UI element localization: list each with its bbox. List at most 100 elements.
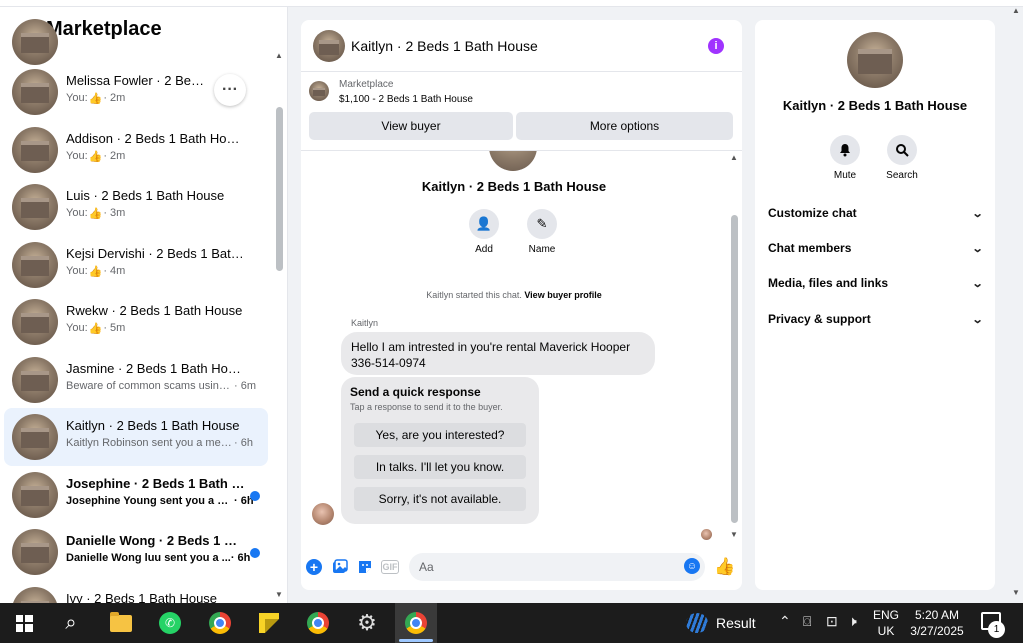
conversation-preview: Danielle Wong luu sent you a ... · 6h — [66, 552, 251, 564]
mute-button[interactable]: Mute — [815, 135, 875, 181]
language-indicator[interactable]: ENG UK — [873, 607, 899, 639]
scrollbar-thumb[interactable] — [731, 215, 738, 523]
sidebar-scrollbar[interactable]: ▲ ▼ — [274, 51, 284, 599]
search-icon[interactable]: ⌕ — [56, 608, 86, 638]
conversation-item[interactable]: Ivy · 2 Beds 1 Bath House — [4, 581, 268, 603]
conversation-name: Rwekw · 2 Beds 1 Bath House — [66, 303, 243, 318]
conversation-name: Luis · 2 Beds 1 Bath House — [66, 188, 225, 203]
chat-scrollbar[interactable]: ▲ ▼ — [729, 153, 739, 539]
clock[interactable]: 5:20 AM 3/27/2025 — [906, 607, 968, 639]
start-button[interactable] — [9, 608, 39, 638]
chat-started-notice: Kaitlyn started this chat. View buyer pr… — [426, 290, 602, 300]
file-explorer-icon[interactable] — [106, 608, 136, 638]
network-icon[interactable]: ⊡ — [826, 613, 838, 630]
conversation-preview: You: 👍 · 5m — [66, 322, 126, 335]
scroll-down-icon[interactable]: ▼ — [275, 590, 283, 599]
quick-response-button[interactable]: Sorry, it's not available. — [354, 487, 526, 511]
avatar — [847, 32, 903, 88]
chrome-profile-icon-active[interactable] — [395, 603, 437, 643]
conversation-name: Jasmine · 2 Beds 1 Bath House — [66, 360, 246, 376]
more-options-button[interactable]: More options — [516, 112, 733, 140]
marketplace-label: Marketplace — [339, 79, 394, 90]
conversation-item[interactable]: Luis · 2 Beds 1 Bath House You: 👍 · 3m — [4, 178, 268, 236]
cricket-result-widget[interactable]: Result — [686, 613, 756, 633]
search-icon — [887, 135, 917, 165]
search-button[interactable]: Search — [872, 135, 932, 181]
privacy-support-section[interactable]: Privacy & support ⌄ — [768, 312, 984, 326]
page-scroll-down-icon[interactable]: ▼ — [1012, 588, 1020, 597]
chrome-icon[interactable] — [303, 608, 333, 638]
conversation-item[interactable]: Danielle Wong · 2 Beds 1 Bath House Dani… — [4, 523, 268, 581]
avatar — [12, 241, 58, 288]
quick-response-button[interactable]: In talks. I'll let you know. — [354, 455, 526, 479]
quick-response-title: Send a quick response — [350, 385, 481, 399]
conversation-item[interactable]: Kejsi Dervishi · 2 Beds 1 Bath House You… — [4, 236, 268, 294]
media-files-links-section[interactable]: Media, files and links ⌄ — [768, 276, 983, 290]
info-icon[interactable]: i — [708, 38, 724, 54]
customize-chat-section[interactable]: Customize chat ⌄ — [768, 206, 983, 220]
conversation-preview: Kaitlyn Robinson sent you a messa... · 6… — [66, 437, 253, 449]
emoji-icon[interactable]: ☺ — [684, 558, 700, 574]
conversation-info-panel: Kaitlyn · 2 Beds 1 Bath House Mute Searc… — [755, 20, 995, 590]
chat-title[interactable]: Kaitlyn · 2 Beds 1 Bath House — [351, 38, 538, 54]
chat-panel: Kaitlyn · 2 Beds 1 Bath House i Marketpl… — [301, 20, 742, 590]
listing-title: $1,100 - 2 Beds 1 Bath House — [339, 94, 473, 105]
scrollbar-thumb[interactable] — [276, 107, 283, 271]
notification-count-badge: 1 — [988, 621, 1005, 638]
chrome-icon[interactable] — [205, 608, 235, 638]
avatar[interactable] — [313, 30, 345, 62]
chevron-up-icon[interactable]: ⌃ — [779, 613, 791, 630]
name-button[interactable]: ✎ Name — [512, 209, 572, 255]
thumbs-up-icon: 👍 — [88, 265, 103, 278]
conversation-item[interactable]: Melissa Fowler · 2 Beds 1 Bath House You… — [4, 63, 268, 121]
message-input[interactable]: Aa — [409, 553, 705, 581]
sticker-icon[interactable] — [355, 557, 375, 577]
whatsapp-icon[interactable]: ✆ — [155, 608, 185, 638]
view-buyer-profile-link[interactable]: View buyer profile — [524, 290, 601, 300]
scroll-up-icon[interactable]: ▲ — [730, 153, 738, 162]
thumbs-up-icon[interactable]: 👍 — [714, 557, 735, 577]
sticky-notes-icon[interactable] — [254, 608, 284, 638]
avatar — [12, 19, 58, 65]
chat-header: Kaitlyn · 2 Beds 1 Bath House i — [301, 20, 742, 72]
windows-logo-icon — [15, 614, 33, 632]
conversation-item[interactable]: Jasmine · 2 Beds 1 Bath House Beware of … — [4, 351, 268, 409]
conversation-item[interactable]: Rwekw · 2 Beds 1 Bath House You: 👍 · 5m — [4, 293, 268, 351]
more-options-button[interactable]: ··· — [214, 74, 246, 106]
search-label: Search — [886, 170, 918, 181]
chat-members-section[interactable]: Chat members ⌄ — [768, 241, 984, 255]
name-label: Name — [528, 244, 556, 255]
avatar — [12, 299, 58, 345]
conversation-item-active[interactable]: Kaitlyn · 2 Beds 1 Bath House Kaitlyn Ro… — [4, 408, 268, 466]
conversation-name: Addison · 2 Beds 1 Bath House — [66, 130, 246, 146]
quick-response-button[interactable]: Yes, are you interested? — [354, 423, 526, 447]
gif-icon[interactable]: GIF — [381, 560, 399, 574]
add-label: Add — [475, 244, 493, 255]
avatar — [12, 471, 58, 518]
unread-dot — [250, 548, 260, 558]
scroll-down-icon[interactable]: ▼ — [730, 530, 738, 539]
photo-icon[interactable] — [330, 557, 350, 577]
conversation-item[interactable]: Josephine · 2 Beds 1 Bath House Josephin… — [4, 466, 268, 524]
conversation-preview: You: 👍 · 2m — [66, 149, 126, 163]
avatar — [12, 69, 58, 115]
chevron-down-icon: ⌄ — [971, 313, 984, 326]
view-buyer-button[interactable]: View buyer — [309, 112, 513, 140]
chevron-down-icon: ⌄ — [971, 242, 984, 255]
meet-now-icon[interactable]: ⌼ — [803, 613, 811, 630]
cricket-icon — [686, 613, 708, 633]
list-item-partial[interactable] — [4, 19, 268, 65]
message-bubble: Hello I am intrested in you're rental Ma… — [341, 332, 655, 375]
avatar — [12, 184, 58, 230]
scroll-up-icon[interactable]: ▲ — [275, 51, 283, 60]
avatar — [12, 126, 58, 173]
top-strip — [0, 0, 1023, 7]
conversation-item[interactable]: Addison · 2 Beds 1 Bath House You: 👍 · 2… — [4, 121, 268, 179]
settings-gear-icon[interactable]: ⚙ — [352, 608, 382, 638]
pencil-icon: ✎ — [527, 209, 557, 239]
add-button[interactable]: 👤 Add — [454, 209, 514, 255]
speaker-muted-icon[interactable]: 🕨 — [848, 613, 857, 630]
thumbs-up-icon: 👍 — [88, 150, 103, 163]
plus-icon[interactable]: + — [306, 559, 322, 575]
page-scroll-up-icon[interactable]: ▲ — [1012, 6, 1020, 15]
